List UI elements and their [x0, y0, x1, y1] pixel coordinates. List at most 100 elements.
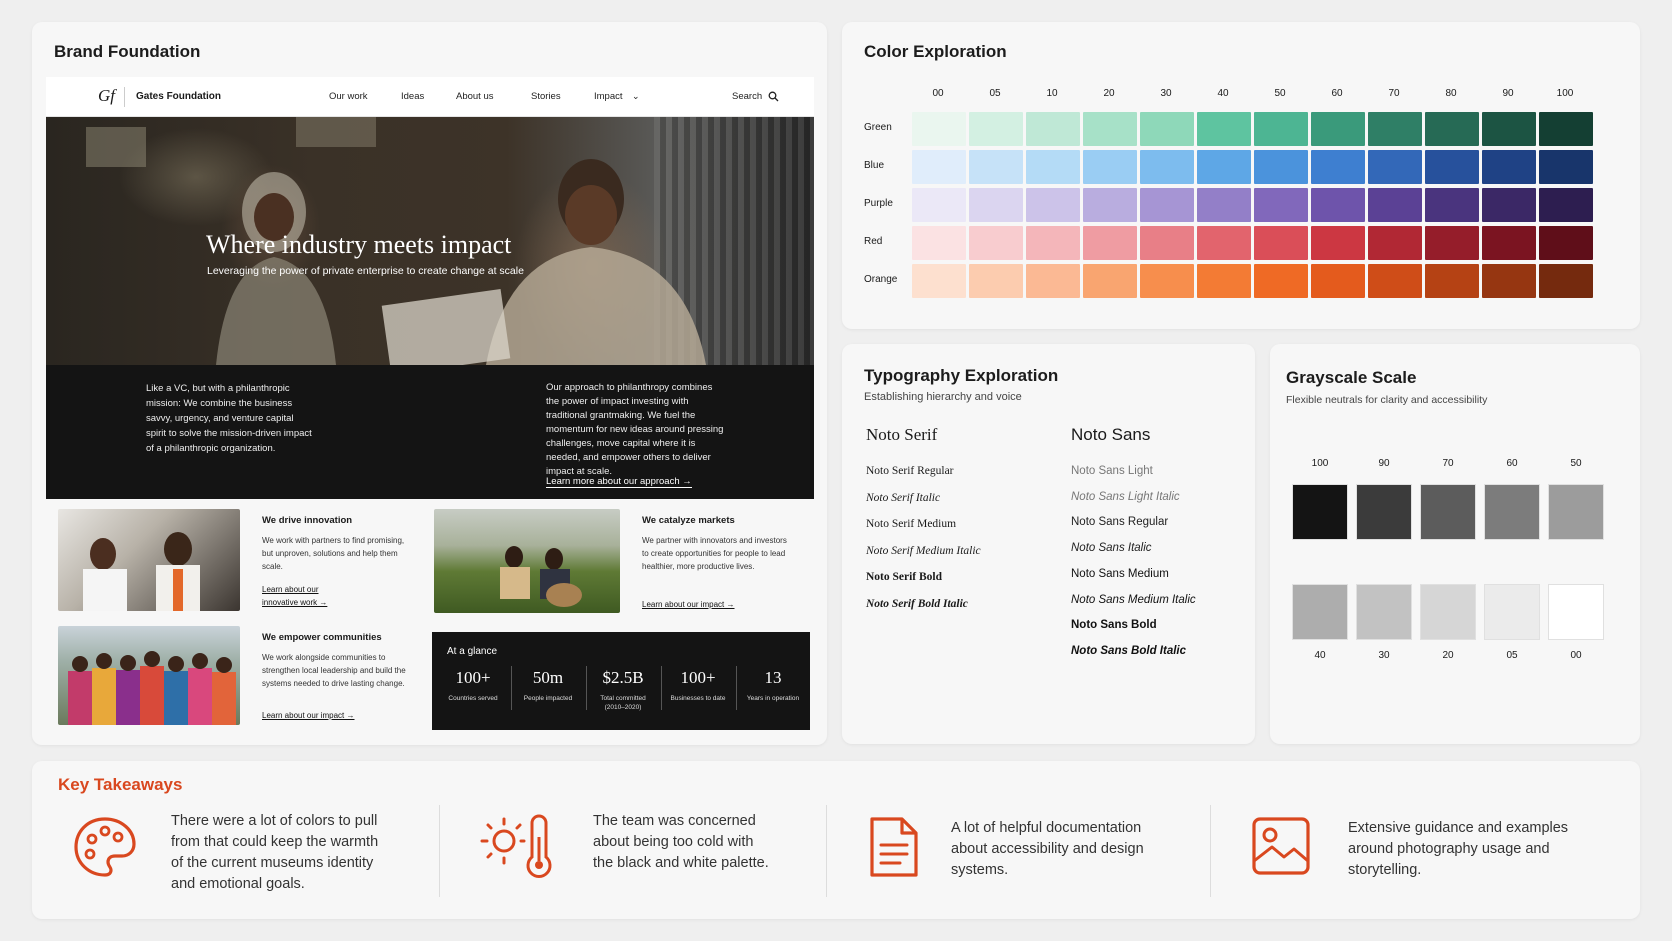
color-swatch-orange-50[interactable] [1254, 264, 1308, 298]
stat-label: People impacted [523, 695, 573, 702]
gray-swatch-70[interactable] [1420, 484, 1476, 540]
color-swatch-red-20[interactable] [1083, 226, 1137, 260]
at-a-glance-panel: At a glance 100+ Countries served 50m Peop… [432, 632, 810, 730]
search-icon[interactable] [768, 91, 779, 102]
color-swatch-green-40[interactable] [1197, 112, 1251, 146]
color-swatch-purple-80[interactable] [1425, 188, 1479, 222]
color-swatch-orange-60[interactable] [1311, 264, 1365, 298]
color-swatch-red-00[interactable] [912, 226, 966, 260]
color-swatch-purple-00[interactable] [912, 188, 966, 222]
color-swatch-green-90[interactable] [1482, 112, 1536, 146]
feature-innovation-link[interactable]: Learn about our innovative work → [262, 583, 352, 609]
color-swatch-green-30[interactable] [1140, 112, 1194, 146]
color-swatch-green-80[interactable] [1425, 112, 1479, 146]
gray-swatch-05[interactable] [1484, 584, 1540, 640]
color-swatch-blue-70[interactable] [1368, 150, 1422, 184]
color-swatch-purple-20[interactable] [1083, 188, 1137, 222]
color-swatch-blue-05[interactable] [969, 150, 1023, 184]
site-intro-section: Like a VC, but with a philanthropic miss… [46, 365, 814, 499]
sans-heading: Noto Sans [1071, 425, 1151, 444]
image-icon [1252, 817, 1310, 875]
chevron-down-icon[interactable]: ⌄ [632, 91, 640, 102]
color-swatch-red-80[interactable] [1425, 226, 1479, 260]
brand-foundation-title: Brand Foundation [54, 42, 201, 61]
color-swatch-purple-40[interactable] [1197, 188, 1251, 222]
color-swatch-purple-50[interactable] [1254, 188, 1308, 222]
color-swatch-blue-50[interactable] [1254, 150, 1308, 184]
color-swatch-blue-100[interactable] [1539, 150, 1593, 184]
color-swatch-purple-60[interactable] [1311, 188, 1365, 222]
color-swatch-orange-00[interactable] [912, 264, 966, 298]
takeaway-divider [439, 805, 440, 897]
color-swatch-red-90[interactable] [1482, 226, 1536, 260]
color-swatch-purple-05[interactable] [969, 188, 1023, 222]
color-swatch-red-05[interactable] [969, 226, 1023, 260]
color-swatch-red-10[interactable] [1026, 226, 1080, 260]
grayscale-title: Grayscale Scale [1286, 368, 1417, 387]
color-swatch-green-70[interactable] [1368, 112, 1422, 146]
color-swatch-orange-10[interactable] [1026, 264, 1080, 298]
gray-swatch-60[interactable] [1484, 484, 1540, 540]
color-swatch-green-50[interactable] [1254, 112, 1308, 146]
color-swatch-orange-80[interactable] [1425, 264, 1479, 298]
color-swatch-red-40[interactable] [1197, 226, 1251, 260]
nav-ideas[interactable]: Ideas [401, 91, 424, 102]
color-swatch-orange-90[interactable] [1482, 264, 1536, 298]
color-swatch-purple-10[interactable] [1026, 188, 1080, 222]
color-swatch-green-05[interactable] [969, 112, 1023, 146]
color-swatch-green-20[interactable] [1083, 112, 1137, 146]
color-swatch-purple-100[interactable] [1539, 188, 1593, 222]
color-swatch-blue-90[interactable] [1482, 150, 1536, 184]
color-swatch-orange-40[interactable] [1197, 264, 1251, 298]
gray-label: 60 [1506, 458, 1518, 469]
site-logo-mark[interactable]: Gf [98, 86, 115, 106]
learn-approach-link[interactable]: Learn more about our approach → [546, 476, 692, 488]
color-swatch-orange-30[interactable] [1140, 264, 1194, 298]
color-swatch-orange-20[interactable] [1083, 264, 1137, 298]
key-takeaways-title: Key Takeaways [58, 775, 183, 794]
site-logo-text[interactable]: Gates Foundation [136, 91, 221, 102]
nav-impact[interactable]: Impact [594, 91, 623, 102]
gray-swatch-30[interactable] [1356, 584, 1412, 640]
gray-swatch-50[interactable] [1548, 484, 1604, 540]
nav-our-work[interactable]: Our work [329, 91, 368, 102]
color-column-header: 60 [1331, 88, 1343, 99]
color-swatch-green-00[interactable] [912, 112, 966, 146]
stat-value: 100+ [680, 668, 716, 687]
color-swatch-red-30[interactable] [1140, 226, 1194, 260]
color-swatch-green-100[interactable] [1539, 112, 1593, 146]
color-swatch-green-60[interactable] [1311, 112, 1365, 146]
feature-markets-link[interactable]: Learn about our impact → [642, 598, 735, 611]
feature-communities-link[interactable]: Learn about our impact → [262, 709, 355, 722]
website-mockup: Gf Gates Foundation Our work Ideas About… [46, 77, 814, 499]
key-takeaways-card: Key Takeaways There were a lot of colors… [32, 761, 1640, 919]
color-swatch-orange-70[interactable] [1368, 264, 1422, 298]
color-swatch-purple-30[interactable] [1140, 188, 1194, 222]
nav-about-us[interactable]: About us [456, 91, 494, 102]
gray-swatch-100[interactable] [1292, 484, 1348, 540]
color-swatch-red-50[interactable] [1254, 226, 1308, 260]
gray-swatch-40[interactable] [1292, 584, 1348, 640]
gray-swatch-90[interactable] [1356, 484, 1412, 540]
color-swatch-blue-10[interactable] [1026, 150, 1080, 184]
gray-swatch-00[interactable] [1548, 584, 1604, 640]
color-swatch-orange-100[interactable] [1539, 264, 1593, 298]
color-swatch-orange-05[interactable] [969, 264, 1023, 298]
color-swatch-purple-70[interactable] [1368, 188, 1422, 222]
color-swatch-blue-40[interactable] [1197, 150, 1251, 184]
color-swatch-blue-00[interactable] [912, 150, 966, 184]
color-swatch-blue-30[interactable] [1140, 150, 1194, 184]
color-swatch-green-10[interactable] [1026, 112, 1080, 146]
site-navbar: Gf Gates Foundation Our work Ideas About… [46, 77, 814, 117]
gray-swatch-20[interactable] [1420, 584, 1476, 640]
color-column-header: 10 [1046, 88, 1058, 99]
color-swatch-red-60[interactable] [1311, 226, 1365, 260]
color-swatch-blue-80[interactable] [1425, 150, 1479, 184]
color-swatch-red-70[interactable] [1368, 226, 1422, 260]
color-swatch-purple-90[interactable] [1482, 188, 1536, 222]
color-swatch-red-100[interactable] [1539, 226, 1593, 260]
nav-search[interactable]: Search [732, 91, 762, 102]
color-swatch-blue-60[interactable] [1311, 150, 1365, 184]
nav-stories[interactable]: Stories [531, 91, 561, 102]
color-swatch-blue-20[interactable] [1083, 150, 1137, 184]
